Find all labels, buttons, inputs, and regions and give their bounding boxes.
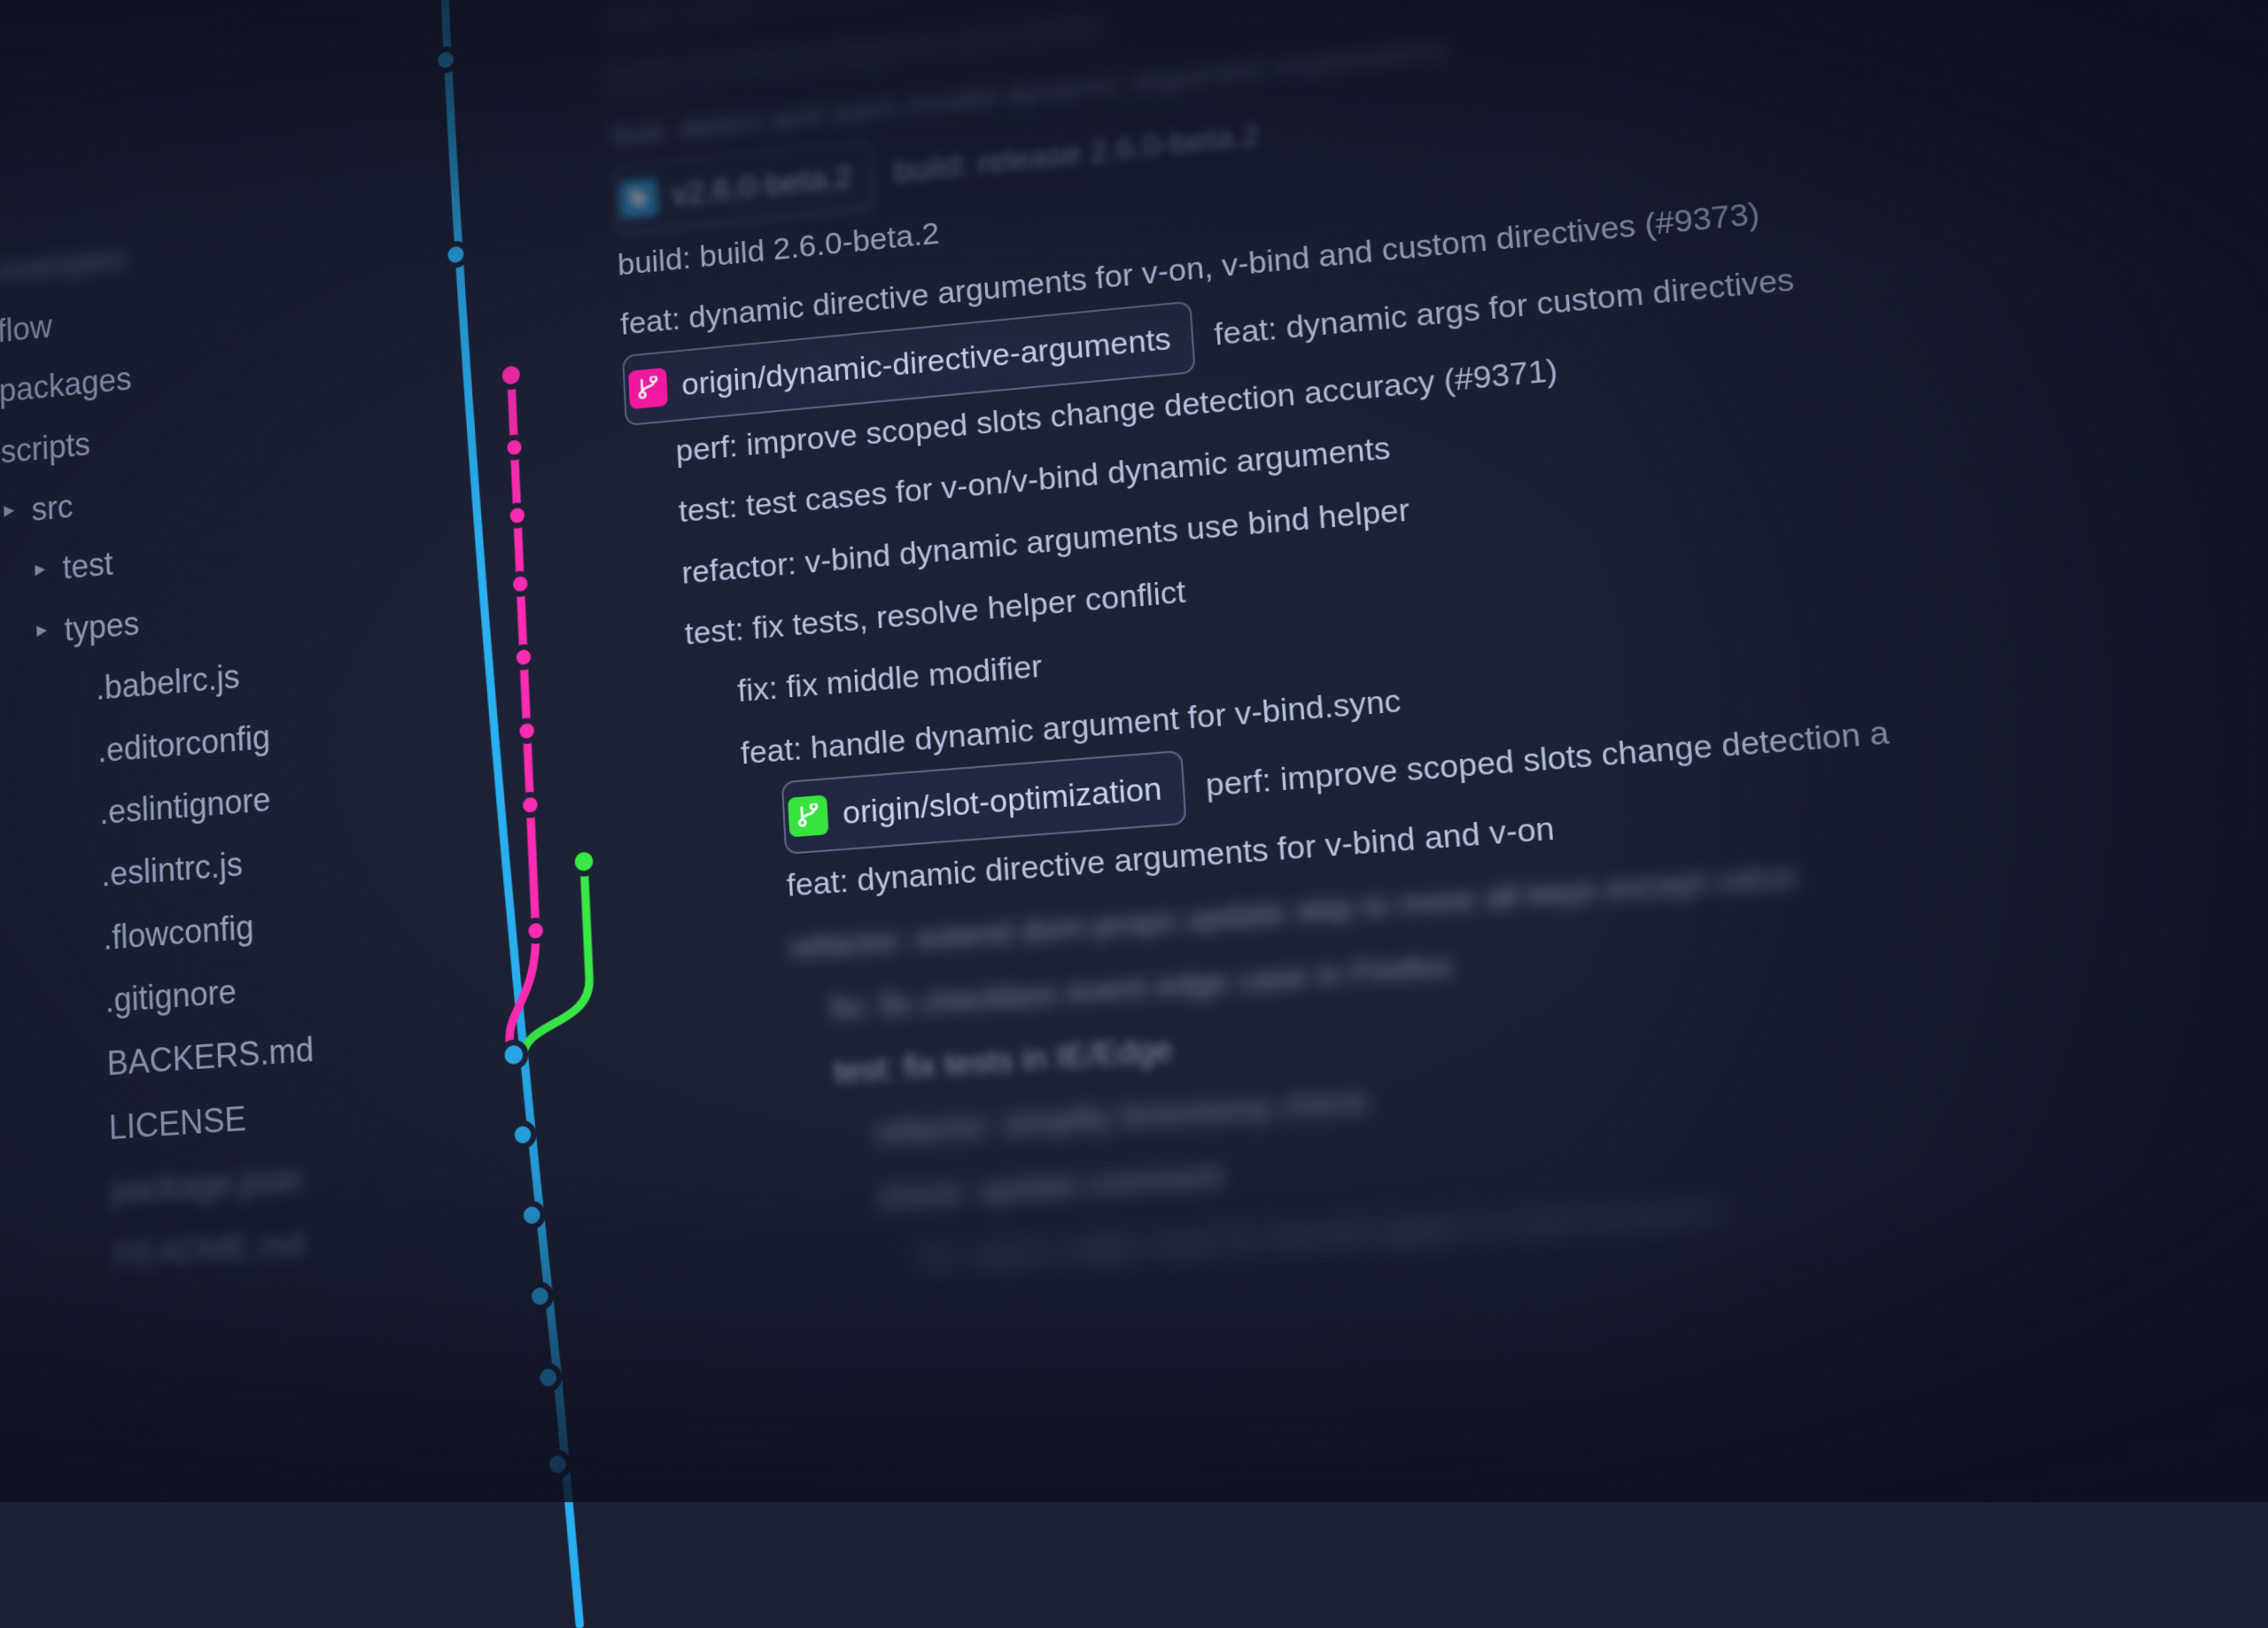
chevron-right-icon: ▸	[36, 609, 53, 651]
tree-item-label: .eslintignore	[98, 768, 272, 844]
tree-item-label: .gitignore	[105, 960, 237, 1033]
tag-icon	[619, 177, 659, 219]
commit-log[interactable]: build: build 2.6.0-beta.3build: fix feat…	[604, 0, 2268, 1567]
chevron-right-icon: ▸	[35, 547, 51, 590]
chevron-right-icon: ▸	[4, 489, 20, 531]
tree-item-label: package.json	[110, 1148, 302, 1224]
tree-item-label: types	[64, 593, 141, 661]
git-branch-icon	[628, 368, 668, 409]
tree-item-label: .flowconfig	[102, 895, 254, 970]
tree-item-label: flow	[0, 296, 53, 361]
tree-item-label: test	[62, 533, 114, 599]
ref-label: v2.6.0-beta.2	[671, 145, 870, 225]
tree-item-label: src	[31, 476, 74, 540]
tree-item-label: scripts	[0, 414, 91, 483]
tree-item-label: packages	[0, 349, 133, 423]
file-tree[interactable]: ▸▸▸▸▸examples▸flow▸packages▸scripts▸src▸…	[0, 8, 421, 1628]
tree-item-label: LICENSE	[108, 1087, 247, 1159]
tree-item-label: README.md	[112, 1212, 306, 1288]
git-branch-icon	[788, 795, 828, 837]
tree-item-label: .eslintrc.js	[100, 833, 244, 907]
